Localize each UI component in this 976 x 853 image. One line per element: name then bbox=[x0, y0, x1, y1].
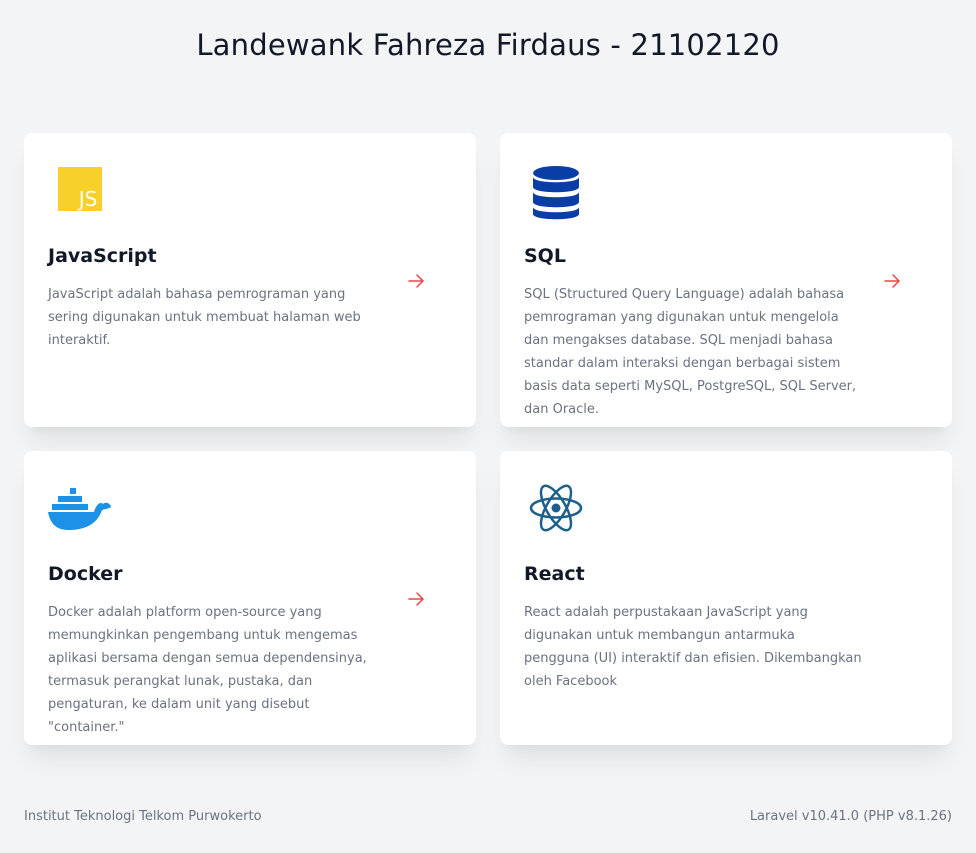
page-title: Landewank Fahreza Firdaus - 21102120 bbox=[196, 28, 780, 62]
docker-whale-icon bbox=[48, 488, 111, 530]
card-description: React adalah perpustakaan JavaScript yan… bbox=[524, 605, 862, 689]
card-title: Docker bbox=[48, 563, 123, 585]
card-title: JavaScript bbox=[48, 245, 157, 267]
database-icon bbox=[533, 166, 579, 220]
arrow-right-icon[interactable] bbox=[882, 271, 902, 291]
card-description: JavaScript adalah bahasa pemrograman yan… bbox=[48, 287, 361, 348]
card-javascript[interactable]: JS JavaScript JavaScript adalah bahasa p… bbox=[24, 133, 476, 427]
card-title: React bbox=[524, 563, 585, 585]
javascript-logo-icon: JS bbox=[58, 167, 102, 211]
card-docker[interactable]: Docker Docker adalah platform open-sourc… bbox=[24, 451, 476, 745]
card-title: SQL bbox=[524, 245, 566, 267]
card-description: Docker adalah platform open-source yang … bbox=[48, 605, 367, 735]
arrow-right-icon[interactable] bbox=[406, 589, 426, 609]
footer-version: Laravel v10.41.0 (PHP v8.1.26) bbox=[749, 809, 952, 824]
card-sql[interactable]: SQL SQL (Structured Query Language) adal… bbox=[500, 133, 952, 427]
arrow-right-icon[interactable] bbox=[406, 271, 426, 291]
card-react[interactable]: React React adalah perpustakaan JavaScri… bbox=[500, 451, 952, 745]
footer-institution: Institut Teknologi Telkom Purwokerto bbox=[24, 809, 262, 824]
react-atom-icon bbox=[529, 484, 583, 532]
cards-grid: JS JavaScript JavaScript adalah bahasa p… bbox=[24, 133, 952, 745]
card-description: SQL (Structured Query Language) adalah b… bbox=[524, 287, 857, 417]
svg-text:JS: JS bbox=[77, 187, 98, 211]
